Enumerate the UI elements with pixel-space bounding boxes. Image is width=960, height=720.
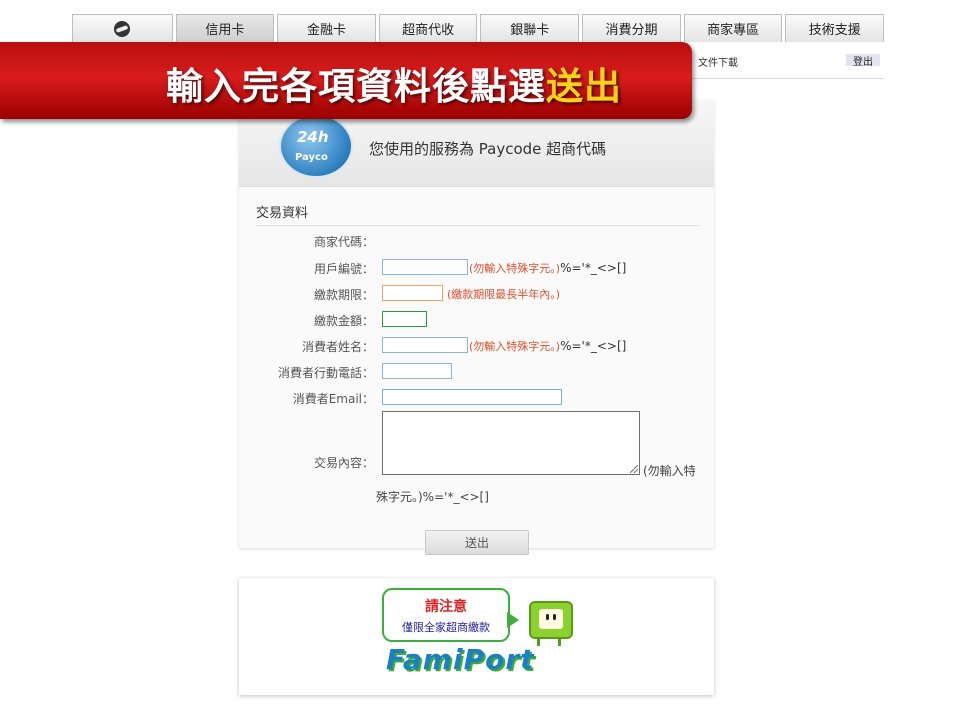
transaction-content-label: 交易內容： — [313, 456, 374, 470]
service-title: 您使用的服務為 Paycode 超商代碼 — [369, 140, 607, 158]
instruction-banner: 輸入完各項資料後點選送出 — [0, 42, 692, 119]
top-nav: 信用卡 金融卡 超商代收 銀聯卡 消費分期 商家專區 技術支援 — [72, 14, 885, 42]
resize-grip-icon[interactable] — [630, 465, 638, 473]
notice-bubble: 請注意 僅限全家超商繳款 — [382, 588, 510, 642]
submit-button[interactable]: 送出 — [425, 530, 529, 555]
company-logo-icon — [114, 20, 131, 37]
transaction-content-textarea[interactable] — [382, 411, 640, 475]
consumer-email-input[interactable] — [382, 389, 562, 405]
mascot-legs-icon — [537, 638, 561, 646]
consumer-name-label: 消費者姓名： — [301, 340, 374, 354]
consumer-phone-input[interactable] — [382, 363, 452, 379]
section-divider — [256, 225, 699, 226]
home-logo-tab[interactable] — [72, 14, 173, 42]
user-no-hint: (勿輸入特殊字元。)%='*_<>[] — [469, 261, 627, 275]
famiport-mascot-icon — [529, 601, 573, 639]
deadline-hint: (繳款期限最長半年內。) — [447, 288, 561, 301]
bubble-tail-icon — [507, 612, 519, 628]
tab-convenience-store[interactable]: 超商代收 — [378, 14, 478, 42]
consumer-phone-label: 消費者行動電話： — [277, 366, 374, 380]
consumer-email-label: 消費者Email： — [292, 392, 374, 406]
amount-input[interactable] — [382, 311, 427, 327]
consumer-name-input[interactable] — [382, 337, 468, 353]
deadline-input[interactable] — [382, 285, 443, 301]
user-no-input[interactable] — [382, 259, 468, 275]
famiport-logo: FamiPort — [386, 643, 535, 676]
docs-download-link[interactable]: 文件下載 — [698, 54, 738, 69]
payment-form-card: 24h Payco 您使用的服務為 Paycode 超商代碼 交易資料 商家代碼… — [239, 100, 714, 555]
transaction-content-hint-part1: (勿輸入特 — [643, 464, 696, 478]
user-no-label: 用戶編號： — [313, 262, 374, 276]
tab-installment[interactable]: 消費分期 — [582, 14, 681, 42]
logout-button[interactable]: 登出 — [846, 54, 880, 68]
amount-label: 繳款金額： — [313, 314, 374, 328]
tab-unionpay[interactable]: 銀聯卡 — [480, 14, 580, 42]
payco-logo-icon: 24h Payco — [279, 114, 353, 178]
tab-tech-support[interactable]: 技術支援 — [785, 14, 885, 42]
payco-logo-24h: 24h — [297, 128, 329, 146]
tab-merchant[interactable]: 商家專區 — [683, 14, 783, 42]
famiport-notice: 請注意 僅限全家超商繳款 FamiPort — [239, 578, 714, 695]
banner-highlight: 送出 — [546, 65, 622, 108]
deadline-label: 繳款期限： — [313, 288, 374, 302]
notice-subtitle: 僅限全家超商繳款 — [402, 621, 490, 634]
merchant-code-label: 商家代碼： — [313, 235, 374, 249]
tab-debit-card[interactable]: 金融卡 — [277, 14, 376, 42]
transaction-content-hint-part2: 殊字元。)%='*_<>[] — [376, 490, 489, 504]
consumer-name-hint: (勿輸入特殊字元。)%='*_<>[] — [469, 339, 627, 353]
section-title: 交易資料 — [256, 206, 309, 221]
banner-text: 輸入完各項資料後點選送出 — [166, 65, 622, 108]
payco-logo-name: Payco — [295, 152, 328, 163]
notice-title: 請注意 — [425, 599, 467, 615]
tab-credit-card[interactable]: 信用卡 — [175, 14, 275, 42]
